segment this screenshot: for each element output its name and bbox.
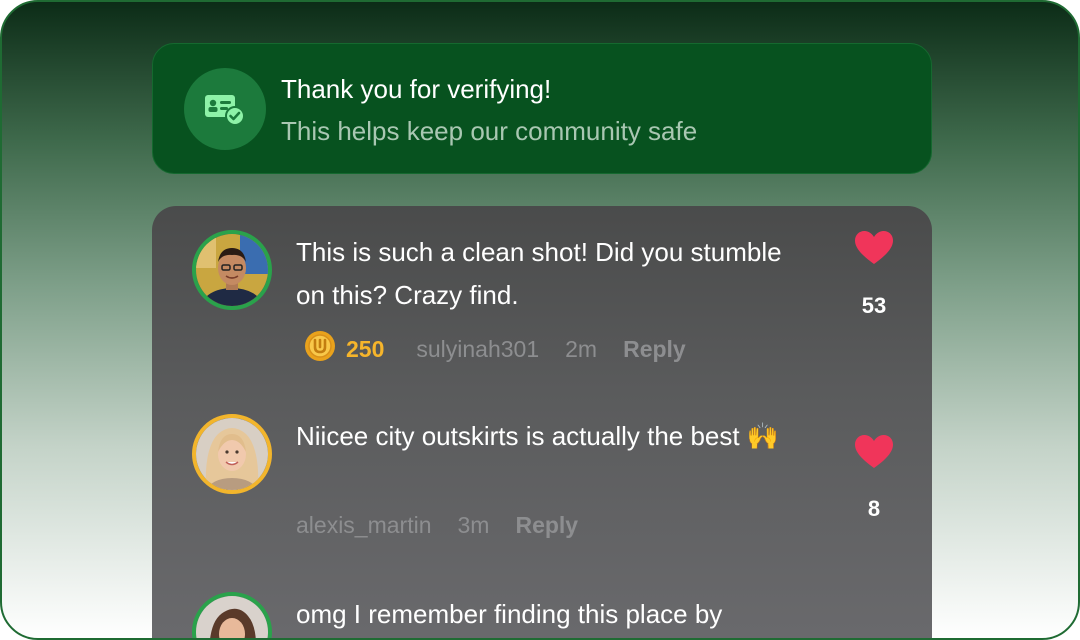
coin-amount: 250 — [346, 335, 385, 362]
like-count: 53 — [861, 293, 887, 318]
comment-time: 3m — [457, 512, 490, 538]
avatar[interactable] — [192, 592, 272, 638]
coin-icon — [304, 330, 336, 368]
comment-username[interactable]: alexis_martin — [296, 512, 432, 539]
comment-time: 2m — [565, 335, 598, 362]
like-heart-icon[interactable] — [854, 434, 894, 470]
avatar[interactable] — [192, 414, 272, 494]
comment-text: This is such a clean shot! Did you stumb… — [296, 237, 782, 310]
reply-button[interactable]: Reply — [515, 512, 578, 539]
app-frame: Thank you for verifying! This helps keep… — [0, 0, 1080, 640]
verification-title: Thank you for verifying! — [281, 74, 552, 104]
comment-text: omg I remember finding this place by — [296, 599, 723, 629]
comment-username[interactable]: sulyinah301 — [416, 336, 539, 363]
verified-id-icon — [184, 68, 266, 150]
comments-panel: This is such a clean shot! Did you stumb… — [152, 206, 932, 638]
like-heart-icon[interactable] — [854, 230, 894, 266]
avatar[interactable] — [192, 230, 272, 310]
verification-banner: Thank you for verifying! This helps keep… — [152, 43, 932, 174]
reply-button[interactable]: Reply — [623, 336, 686, 363]
comment-meta: 250 sulyinah301 2m Reply — [304, 330, 686, 368]
like-count: 8 — [867, 496, 881, 521]
comment-text: Niicee city outskirts is actually the be… — [296, 421, 780, 451]
verification-subtitle: This helps keep our community safe — [281, 116, 698, 146]
comment-meta: alexis_martin 3m Reply — [296, 512, 578, 539]
